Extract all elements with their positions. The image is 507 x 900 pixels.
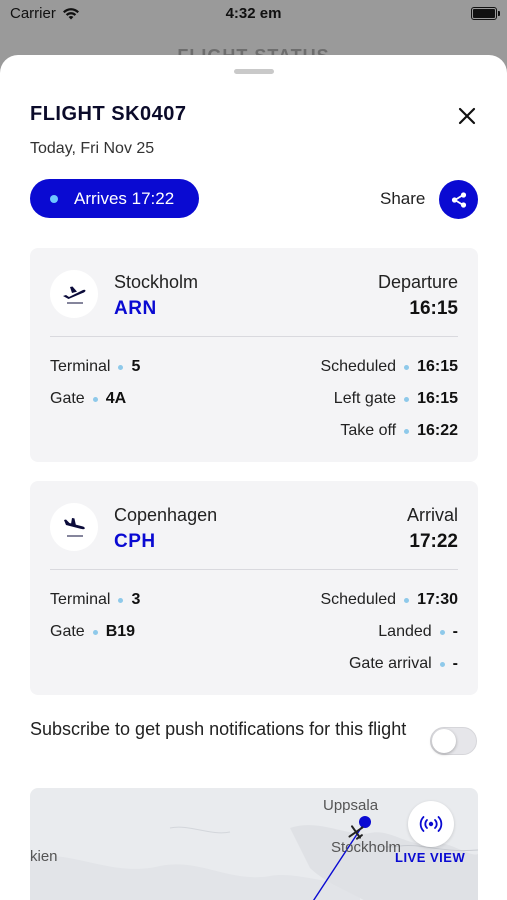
sheet-grabber[interactable]: [234, 69, 274, 74]
separator-dot: [404, 597, 410, 603]
plane-takeoff-icon: [63, 286, 86, 304]
departure-gate-row: Gate 4A: [50, 390, 126, 408]
close-button[interactable]: [452, 101, 482, 131]
scheduled-value: 17:30: [417, 591, 458, 608]
takeoff-value: 16:22: [417, 422, 458, 439]
flight-map[interactable]: Uppsala Stockholm kien LIVE VIEW: [30, 788, 478, 900]
separator-dot: [118, 597, 124, 603]
terminal-label: Terminal: [50, 591, 111, 608]
left-gate-label: Left gate: [333, 390, 397, 407]
status-time: 4:32 em: [225, 5, 282, 22]
separator-dot: [118, 364, 124, 370]
subscribe-toggle[interactable]: [430, 727, 477, 755]
separator-dot: [404, 396, 410, 402]
map-background: [30, 816, 478, 900]
gate-arrival-label: Gate arrival: [348, 655, 432, 672]
subscribe-label: Subscribe to get push notifications for …: [30, 719, 407, 739]
toggle-knob: [432, 729, 456, 753]
gate-arrival-value: -: [452, 655, 458, 672]
arrival-gate-arrival-row: Gate arrival -: [349, 655, 458, 673]
arrival-label: Arrival: [406, 505, 458, 525]
arrival-airport-code: CPH: [114, 531, 156, 552]
arrival-icon-badge: [50, 503, 98, 551]
plane-landing-icon: [64, 518, 85, 537]
departure-takeoff-row: Take off 16:22: [340, 422, 458, 440]
status-dot: [50, 194, 58, 203]
battery-icon: [471, 7, 500, 20]
arrival-landed-row: Landed -: [378, 623, 458, 641]
share-label[interactable]: Share: [380, 189, 425, 209]
map-label-uppsala: Uppsala: [323, 797, 379, 814]
separator-dot: [92, 396, 98, 402]
arrival-time: 17:22: [409, 531, 458, 552]
live-view-label[interactable]: LIVE VIEW: [395, 850, 465, 865]
divider: [50, 336, 458, 337]
gate-label: Gate: [50, 390, 85, 407]
departure-scheduled-row: Scheduled 16:15: [320, 358, 458, 376]
gate-label: Gate: [50, 623, 85, 640]
share-icon: [451, 191, 466, 208]
flight-date: Today, Fri Nov 25: [30, 140, 155, 157]
departure-card: Stockholm ARN Departure 16:15 Terminal 5…: [30, 248, 478, 462]
status-bar: Carrier 4:32 em: [0, 0, 507, 30]
left-gate-value: 16:15: [417, 390, 458, 407]
departure-icon-badge: [50, 270, 98, 318]
arrival-scheduled-row: Scheduled 17:30: [320, 591, 458, 609]
separator-dot: [404, 428, 410, 434]
departure-city: Stockholm: [114, 272, 199, 292]
takeoff-label: Take off: [340, 422, 397, 439]
separator-dot: [439, 661, 445, 667]
departure-time: 16:15: [409, 298, 458, 319]
live-broadcast-icon: [419, 816, 443, 832]
live-view-button[interactable]: [408, 801, 454, 847]
terminal-value: 3: [131, 591, 141, 608]
gate-value: B19: [105, 623, 136, 640]
departure-airport-code: ARN: [114, 298, 157, 319]
map-label-edge-city: kien: [30, 848, 58, 865]
arrival-gate-row: Gate B19: [50, 623, 135, 641]
landed-label: Landed: [378, 623, 432, 640]
gate-value: 4A: [105, 390, 127, 407]
separator-dot: [92, 629, 98, 635]
arrival-terminal-row: Terminal 3: [50, 591, 140, 609]
flight-title: FLIGHT SK0407: [30, 103, 187, 125]
origin-marker: [359, 816, 371, 828]
landed-value: -: [452, 623, 458, 640]
arrival-city: Copenhagen: [114, 505, 218, 525]
scheduled-label: Scheduled: [320, 358, 397, 375]
terminal-value: 5: [131, 358, 141, 375]
scheduled-label: Scheduled: [320, 591, 397, 608]
terminal-label: Terminal: [50, 358, 111, 375]
departure-label: Departure: [377, 272, 458, 292]
close-icon: [458, 107, 476, 125]
scheduled-value: 16:15: [417, 358, 458, 375]
separator-dot: [439, 629, 445, 635]
status-badge-label: Arrives 17:22: [74, 188, 175, 208]
status-badge: Arrives 17:22: [30, 179, 199, 218]
arrival-card: Copenhagen CPH Arrival 17:22 Terminal 3 …: [30, 481, 478, 695]
divider: [50, 569, 458, 570]
departure-left-gate-row: Left gate 16:15: [334, 390, 458, 408]
departure-terminal-row: Terminal 5: [50, 358, 140, 376]
share-button[interactable]: [439, 180, 478, 219]
separator-dot: [404, 364, 410, 370]
flight-detail-sheet: FLIGHT SK0407 Today, Fri Nov 25 Arrives …: [0, 55, 507, 900]
map-label-stockholm: Stockholm: [331, 839, 402, 856]
